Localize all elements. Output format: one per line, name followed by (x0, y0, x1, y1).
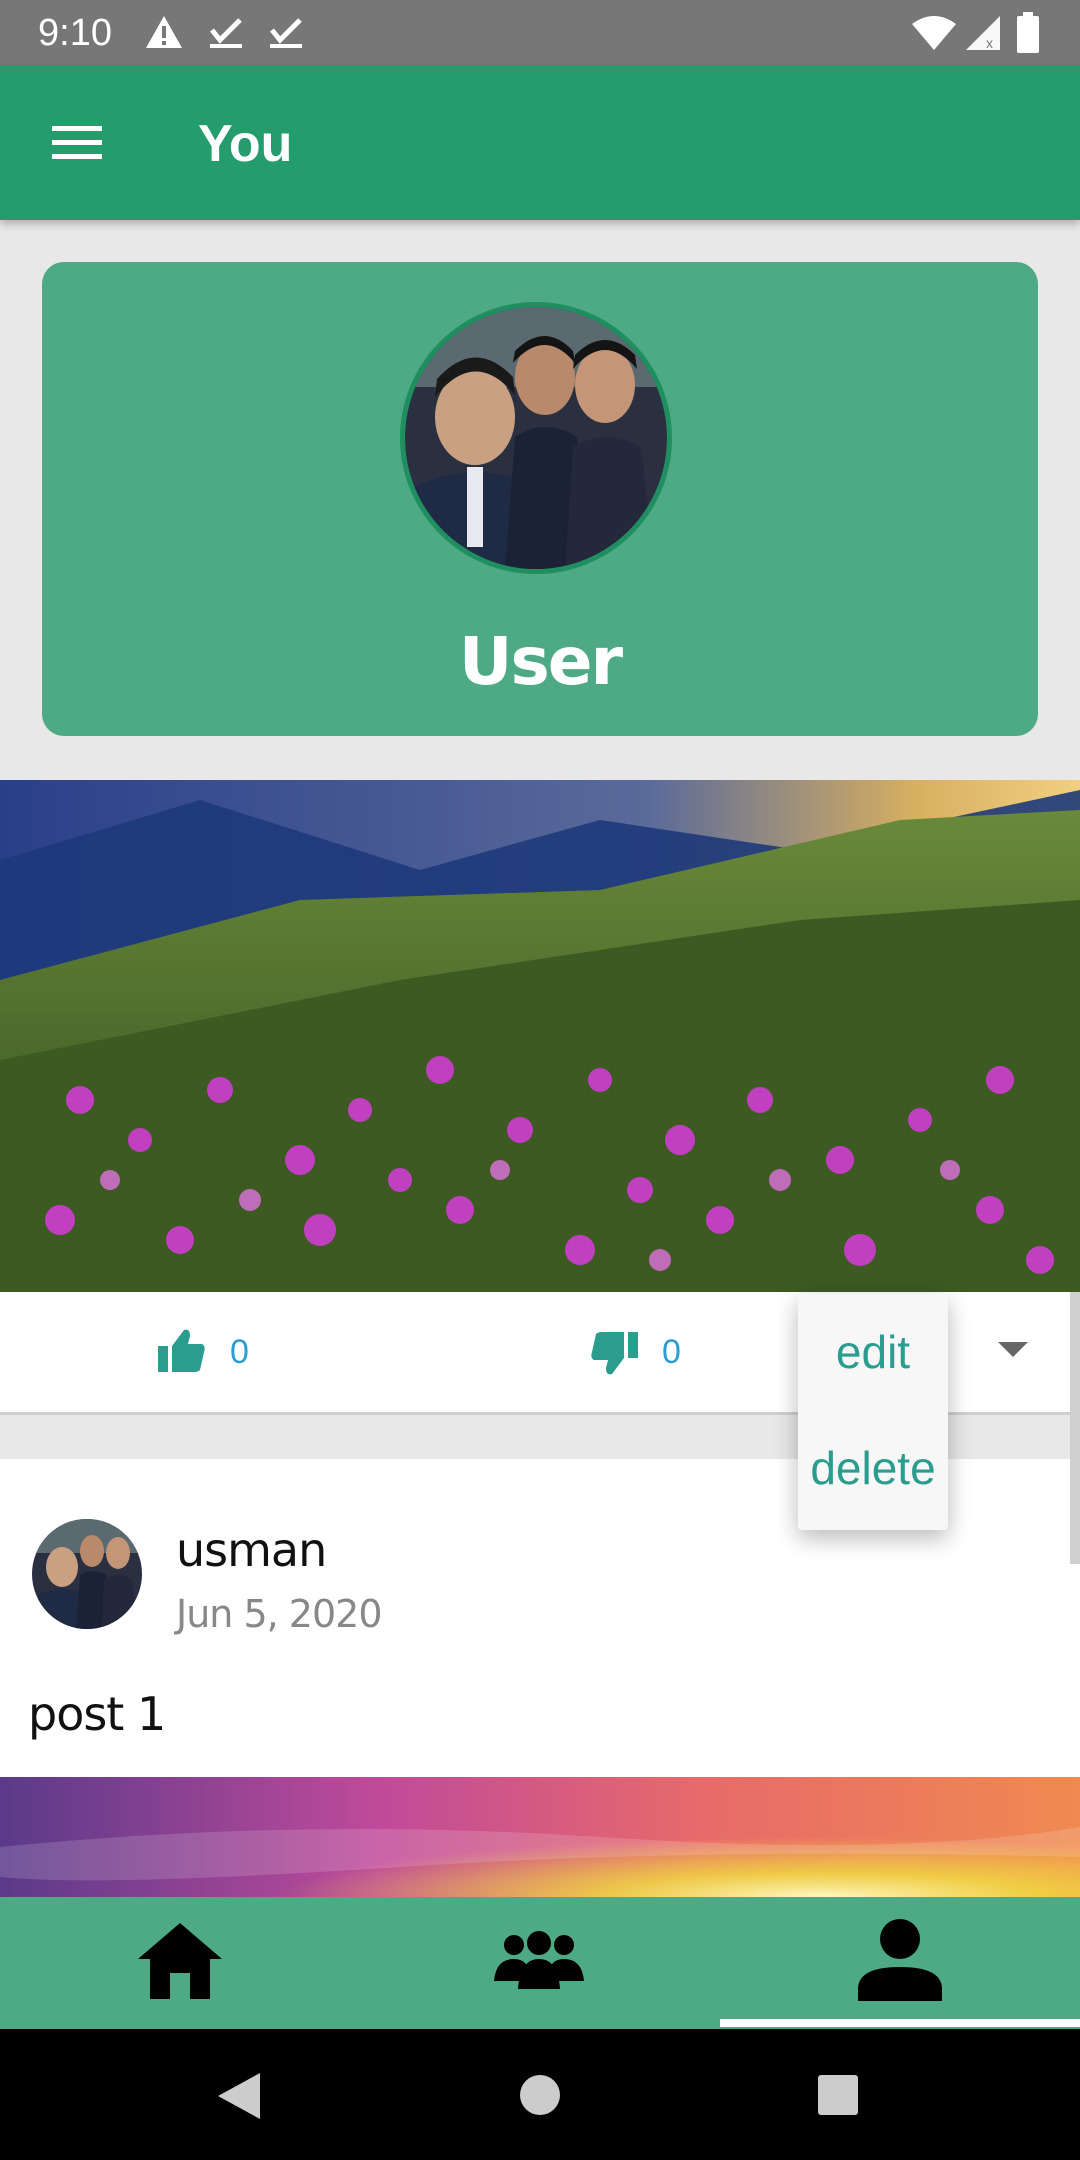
like-count: 0 (230, 1333, 249, 1371)
thumbs-up-icon[interactable] (158, 1328, 206, 1374)
bottom-navigation (0, 1897, 1080, 2029)
person-icon[interactable] (858, 1919, 942, 2001)
dislike-count: 0 (662, 1333, 681, 1371)
group-icon[interactable] (494, 1931, 584, 1989)
home-icon[interactable] (138, 1923, 222, 1999)
recents-icon[interactable] (818, 2075, 858, 2115)
edit-menu-item[interactable]: edit (798, 1324, 948, 1380)
signal-icon: x (966, 16, 1000, 51)
scrollbar[interactable] (1070, 1292, 1080, 1564)
profile-avatar[interactable] (400, 302, 672, 574)
back-icon[interactable] (218, 2073, 260, 2119)
post-options-menu: edit delete (798, 1294, 948, 1530)
status-time: 9:10 (38, 12, 112, 54)
app-bar: You (0, 66, 1080, 220)
status-bar: 9:10 x (0, 0, 1080, 66)
profile-card: User (42, 262, 1038, 736)
delete-menu-item[interactable]: delete (798, 1440, 948, 1496)
home-circle-icon[interactable] (520, 2075, 560, 2115)
page-title: You (198, 115, 293, 173)
hamburger-menu-icon[interactable] (52, 124, 102, 162)
thumbs-down-icon[interactable] (590, 1330, 638, 1376)
post-text: post 1 (28, 1687, 166, 1741)
post-username[interactable]: usman (176, 1523, 327, 1577)
selected-tab-indicator (720, 2019, 1080, 2027)
check-icon (270, 18, 302, 48)
post-date: Jun 5, 2020 (176, 1592, 382, 1636)
warning-icon (146, 16, 182, 48)
post-image[interactable] (0, 1777, 1080, 1897)
wifi-icon (912, 16, 956, 50)
battery-icon (1017, 12, 1039, 53)
chevron-down-icon[interactable] (998, 1342, 1028, 1358)
post-image[interactable] (0, 780, 1080, 1292)
profile-name: User (458, 623, 623, 700)
check-icon (210, 18, 242, 48)
system-navigation-bar (0, 2029, 1080, 2160)
svg-text:x: x (986, 35, 993, 51)
post-author-avatar[interactable] (32, 1519, 142, 1629)
